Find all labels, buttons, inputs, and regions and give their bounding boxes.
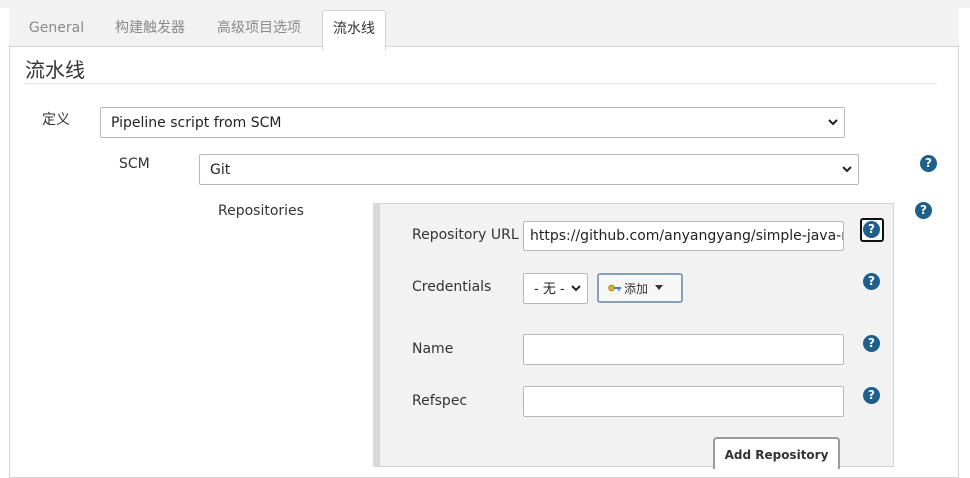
chevron-down-icon [571, 284, 581, 291]
name-help-icon[interactable]: ? [863, 335, 880, 352]
scm-label: SCM [119, 156, 150, 172]
repositories-label: Repositories [218, 203, 304, 219]
tab-advanced-options[interactable]: 高级项目选项 [206, 8, 312, 46]
chevron-down-icon [842, 165, 852, 172]
tab-pipeline[interactable]: 流水线 [322, 10, 386, 51]
tab-build-triggers[interactable]: 构建触发器 [105, 8, 195, 46]
refspec-label: Refspec [412, 393, 468, 409]
tab-general[interactable]: General [19, 8, 94, 46]
add-credentials-button[interactable]: 添加 [597, 273, 683, 303]
scm-value: Git [210, 162, 231, 178]
name-label: Name [412, 341, 454, 357]
credentials-help-icon[interactable]: ? [863, 273, 880, 290]
repository-url-label: Repository URL [412, 227, 519, 243]
scm-select[interactable]: Git [199, 154, 859, 185]
definition-label: 定义 [42, 112, 70, 128]
tab-bar: General 构建触发器 高级项目选项 流水线 [9, 8, 959, 51]
add-credentials-label: 添加 [624, 282, 649, 296]
refspec-help-icon[interactable]: ? [863, 387, 880, 404]
scm-help-icon[interactable]: ? [920, 155, 937, 172]
credentials-select[interactable]: - 无 - [523, 273, 588, 304]
credentials-label: Credentials [412, 279, 492, 295]
chevron-down-icon [828, 118, 838, 125]
definition-select[interactable]: Pipeline script from SCM [100, 107, 845, 138]
section-title: 流水线 [25, 58, 85, 82]
repository-url-help-icon[interactable]: ? [863, 221, 880, 238]
top-strip [0, 0, 970, 8]
caret-down-icon [655, 285, 663, 290]
refspec-input[interactable] [523, 386, 844, 417]
credentials-value: - 无 - [534, 282, 565, 297]
name-input[interactable] [523, 334, 844, 365]
key-icon [608, 284, 621, 292]
repositories-help-icon[interactable]: ? [915, 202, 932, 219]
definition-value: Pipeline script from SCM [111, 115, 282, 131]
section-divider [25, 83, 937, 84]
repository-url-input[interactable]: https://github.com/anyangyang/simple-jav… [523, 221, 844, 251]
add-repository-button[interactable]: Add Repository [713, 437, 840, 469]
